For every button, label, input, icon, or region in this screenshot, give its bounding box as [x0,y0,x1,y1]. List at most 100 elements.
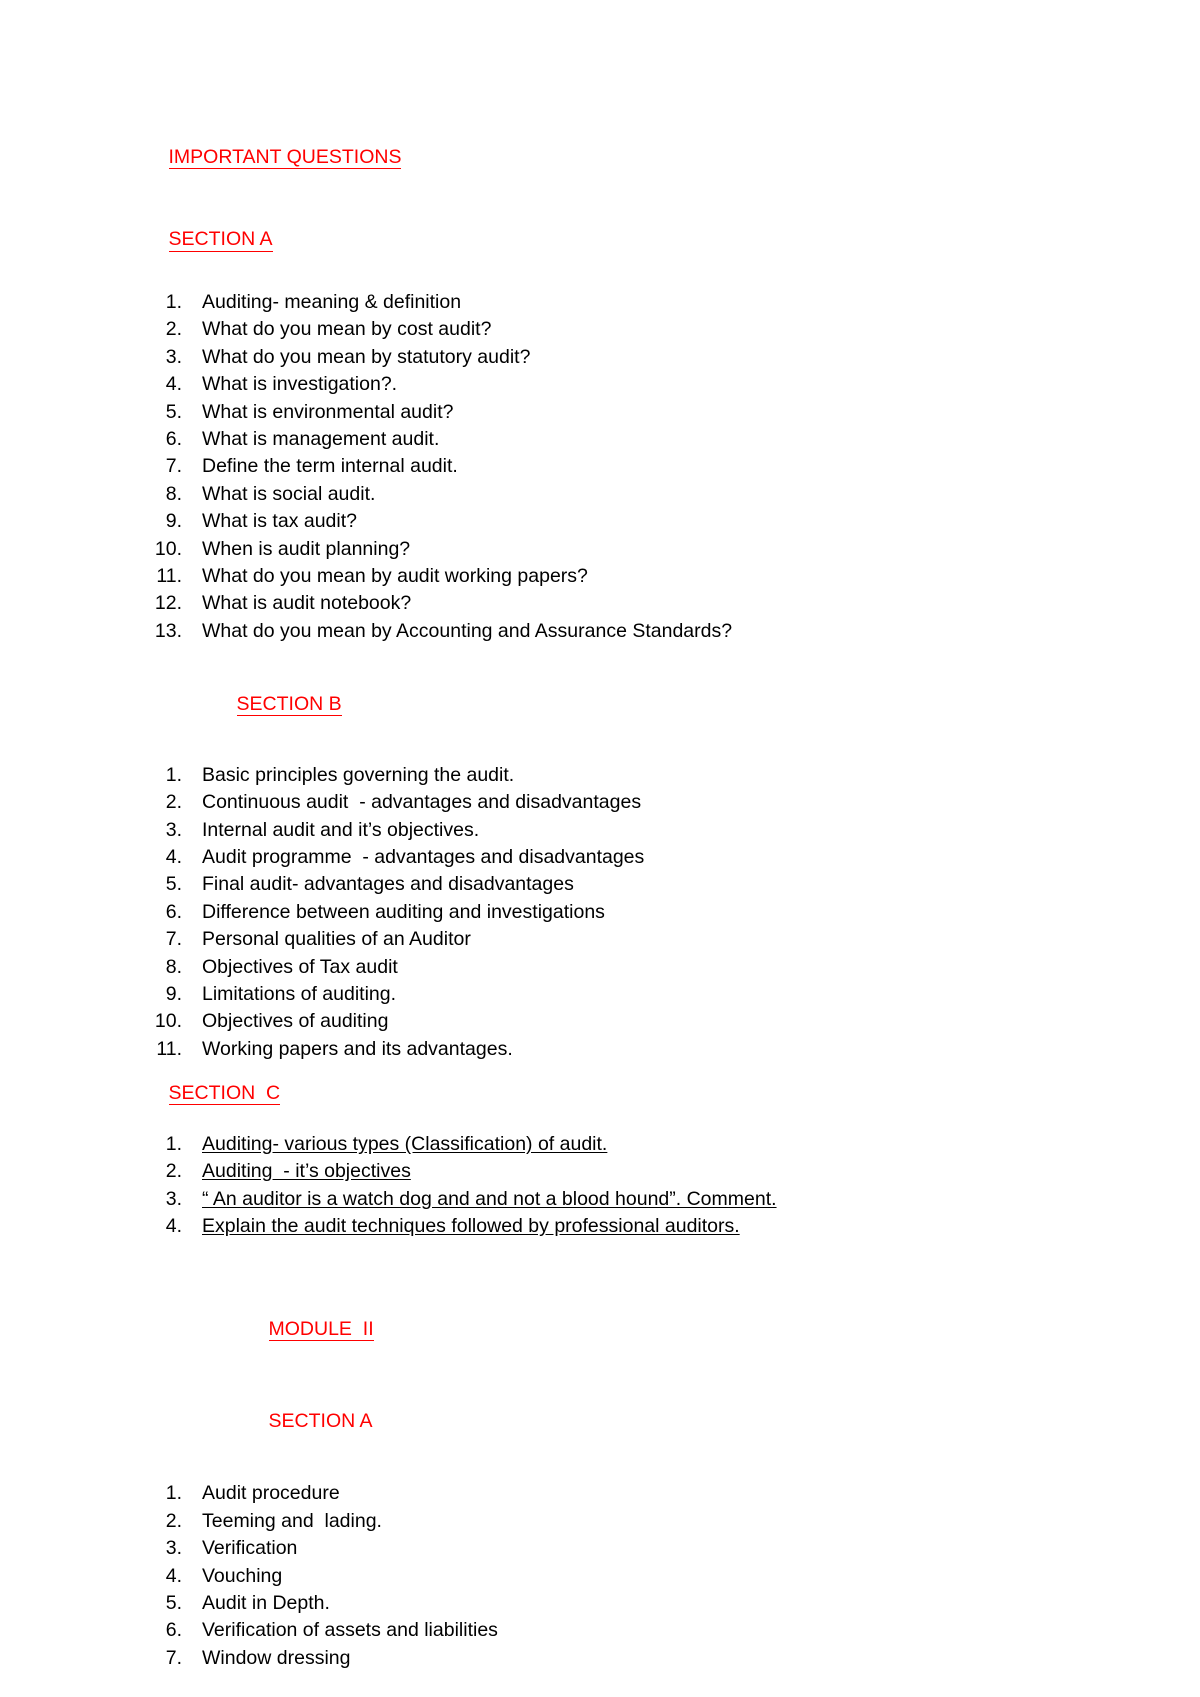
list-marker: 2. [165,1509,182,1532]
list-item: 11. What do you mean by audit working pap… [136,563,1076,590]
list-item: 3. Verification [136,1535,1076,1562]
list-item: 11. Working papers and its advantages. [136,1036,1076,1063]
list-item-text: Continuous audit - advantages and disadv… [202,791,642,814]
list-item-text: When is audit planning? [202,537,411,560]
list-marker: 6. [165,1619,182,1642]
document-title: IMPORTANT QUESTIONS [136,128,1076,189]
list-item: 9. Limitations of auditing. [136,981,1076,1008]
list-item-text: Personal qualities of an Auditor [202,928,471,951]
list-item-text: Define the term internal audit. [202,455,458,478]
list-marker: 3. [165,345,182,368]
list-item: 1. Auditing- meaning & definition [136,289,1076,316]
list-marker: 3. [165,1537,182,1560]
list-item: 3. Internal audit and it’s objectives. [136,817,1076,844]
list-item: 3. “ An auditor is a watch dog and and no… [136,1186,1076,1213]
list-item: 4. Vouching [136,1563,1076,1590]
list-marker: 6. [165,900,182,923]
list-module1-section-c: 1. Auditing- various types (Classificatio… [136,1131,1076,1241]
list-marker: 5. [165,873,182,896]
list-marker: 3. [165,818,182,841]
list-item: 12. What is audit notebook? [136,590,1076,617]
list-item: 1. Audit procedure [136,1480,1076,1507]
list-marker: 2. [165,791,182,814]
list-item: 1. Basic principles governing the audit. [136,762,1076,789]
list-module1-section-a: 1. Auditing- meaning & definition 2. What … [136,289,1076,645]
document-page: IMPORTANT QUESTIONS SECTION A 1. Auditing… [0,0,1200,1697]
list-item: 9. What is tax audit? [136,508,1076,535]
list-item-text: What is investigation?. [202,373,398,396]
list-item-text: What is audit notebook? [202,592,412,615]
list-marker: 12. [154,592,182,615]
list-item-text: What is management audit. [202,428,440,451]
list-item-text: Working papers and its advantages. [202,1037,513,1060]
list-item: 2. What do you mean by cost audit? [136,316,1076,343]
list-marker: 1. [165,763,182,786]
list-item: 3. What do you mean by statutory audit? [136,344,1076,371]
list-item: 10. Objectives of auditing [136,1008,1076,1035]
heading-section-b: SECTION B [204,675,1076,736]
list-marker: 4. [165,1214,182,1237]
heading-section-c: SECTION C [136,1064,1076,1125]
heading-section-c-text: SECTION C [168,1081,281,1106]
list-marker: 2. [165,1160,182,1183]
list-marker: 1. [165,291,182,313]
document-title-text: IMPORTANT QUESTIONS [168,145,402,169]
list-item-text: Objectives of auditing [202,1010,389,1033]
list-marker: 13. [154,619,182,642]
list-item-text: Explain the audit techniques followed by… [202,1214,740,1237]
heading-module-ii: MODULE II [236,1300,1076,1361]
list-item-text: What do you mean by Accounting and Assur… [202,619,733,642]
list-item-text: Verification of assets and liabilities [202,1619,498,1642]
list-item: 8. Objectives of Tax audit [136,954,1076,981]
list-item: 4. Audit programme - advantages and disad… [136,844,1076,871]
list-item-text: Limitations of auditing. [202,983,397,1006]
list-item: 2. Auditing - it’s objectives [136,1158,1076,1185]
list-item-text: Vouching [202,1564,283,1587]
list-item: 5. Audit in Depth. [136,1590,1076,1617]
list-item: 2. Teeming and lading. [136,1508,1076,1535]
list-item: 7. Personal qualities of an Auditor [136,926,1076,953]
list-item: 6. What is management audit. [136,426,1076,453]
list-marker: 11. [156,1037,182,1060]
heading-section-a-text: SECTION A [168,228,273,252]
list-marker: 7. [165,1646,182,1669]
list-marker: 2. [165,318,182,341]
list-marker: 5. [165,400,182,423]
list-item-text: Final audit- advantages and disadvantage… [202,873,574,896]
heading-module-ii-section-a: SECTION A [236,1393,1076,1453]
list-module2-section-a: 1. Audit procedure 2. Teeming and lading. … [136,1480,1076,1672]
list-item: 13. What do you mean by Accounting and As… [136,618,1076,645]
list-item: 5. Final audit- advantages and disadvanta… [136,871,1076,898]
list-item-text: Audit in Depth. [202,1592,330,1614]
list-marker: 10. [154,537,182,560]
list-item: 4. Explain the audit techniques followed … [136,1213,1076,1240]
list-item-text: Objectives of Tax audit [202,955,398,978]
list-marker: 9. [165,510,182,533]
list-item-text: Auditing - it’s objectives [202,1160,411,1183]
list-item-text: Audit procedure [202,1482,340,1505]
list-item-text: What do you mean by statutory audit? [202,345,531,368]
heading-module-ii-section-a-text: SECTION A [268,1410,373,1433]
list-item-text: Audit programme - advantages and disadva… [202,846,645,868]
list-marker: 1. [165,1482,182,1505]
list-item: 7. Define the term internal audit. [136,453,1076,480]
list-item-text: What do you mean by cost audit? [202,318,492,341]
list-marker: 9. [165,983,182,1006]
list-item-text: Internal audit and it’s objectives. [202,818,480,841]
list-marker: 4. [165,373,182,396]
list-item-text: Basic principles governing the audit. [202,763,515,786]
list-item: 1. Auditing- various types (Classificatio… [136,1131,1076,1158]
list-item-text: What is tax audit? [202,510,357,533]
list-marker: 11. [156,565,182,588]
list-item: 10. When is audit planning? [136,536,1076,563]
list-item: 6. Difference between auditing and invest… [136,899,1076,926]
list-item-text: Auditing- meaning & definition [202,291,462,313]
document-body: IMPORTANT QUESTIONS SECTION A 1. Auditing… [136,128,1076,1672]
list-item-text: “ An auditor is a watch dog and and not … [202,1187,777,1210]
